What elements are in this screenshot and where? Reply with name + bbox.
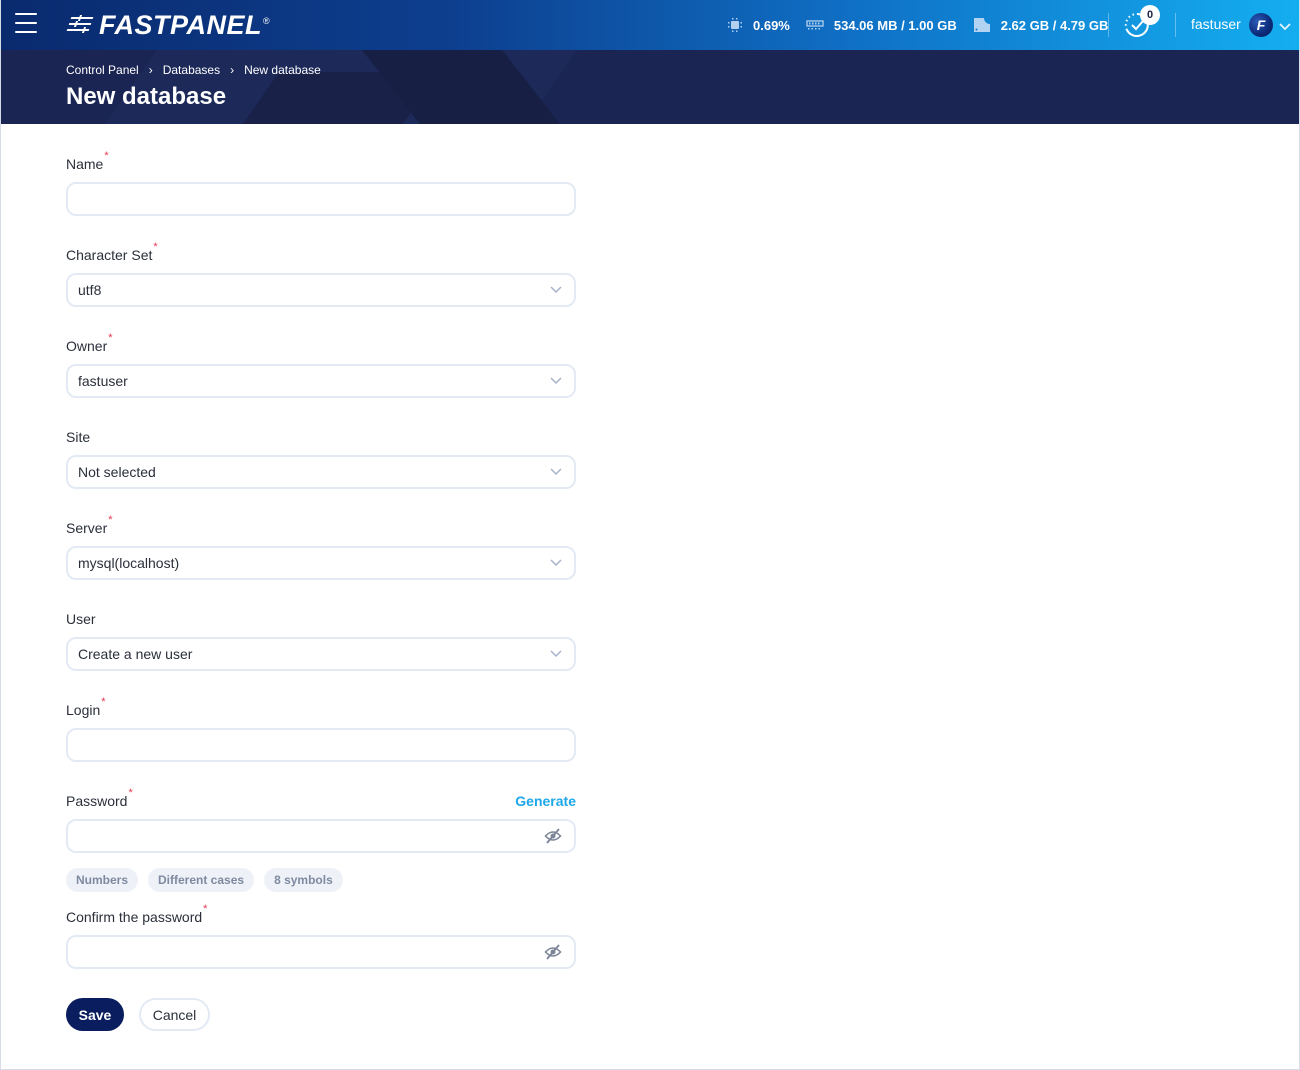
avatar[interactable]: F (1249, 13, 1273, 37)
divider (1108, 13, 1109, 37)
disk-stat: 2.62 GB / 4.79 GB (973, 17, 1109, 33)
charset-label: Character Set (66, 247, 153, 263)
top-bar: FASTPANEL ® 0.69% 534.06 MB / 1.00 GB 2.… (1, 0, 1299, 50)
charset-value: utf8 (78, 282, 102, 298)
name-label: Name (66, 156, 104, 172)
breadcrumb: Control Panel › Databases › New database (66, 63, 321, 77)
password-input[interactable] (78, 828, 564, 844)
confirm-password-field: Confirm the password * (66, 903, 576, 969)
confirm-password-input-wrapper[interactable] (66, 935, 576, 969)
username[interactable]: fastuser (1191, 16, 1241, 32)
owner-field: Owner * fastuser (66, 332, 576, 398)
registered-mark: ® (263, 16, 270, 26)
name-input-wrapper[interactable] (66, 182, 576, 216)
required-marker: * (108, 332, 113, 344)
disk-value: 2.62 GB / 4.79 GB (1000, 17, 1109, 33)
login-input-wrapper[interactable] (66, 728, 576, 762)
cpu-icon (727, 17, 743, 33)
user-value: Create a new user (78, 646, 193, 662)
breadcrumb-databases[interactable]: Databases (163, 63, 220, 77)
owner-label: Owner (66, 338, 108, 354)
confirm-password-label: Confirm the password (66, 909, 203, 925)
cpu-stat: 0.69% (727, 17, 790, 33)
name-field: Name * (66, 150, 576, 216)
owner-select[interactable]: fastuser (66, 364, 576, 398)
site-field: Site Not selected (66, 429, 576, 489)
chevron-down-icon[interactable] (1279, 18, 1291, 36)
chevron-down-icon (550, 286, 562, 294)
required-marker: * (104, 150, 109, 162)
site-value: Not selected (78, 464, 156, 480)
chevron-right-icon: › (148, 63, 153, 77)
generate-password-link[interactable]: Generate (515, 793, 576, 809)
owner-value: fastuser (78, 373, 128, 389)
confirm-password-input[interactable] (78, 944, 564, 960)
requirement-chip: Numbers (66, 868, 139, 892)
password-requirements: Numbers Different cases 8 symbols (66, 868, 353, 892)
user-field: User Create a new user (66, 611, 576, 671)
logo-text: FASTPANEL (99, 9, 263, 40)
required-marker: * (108, 514, 113, 526)
server-value: mysql(localhost) (78, 555, 180, 571)
chevron-down-icon (550, 650, 562, 658)
breadcrumb-current: New database (244, 63, 321, 77)
required-marker: * (101, 696, 106, 708)
user-label: User (66, 611, 96, 627)
requirement-chip: Different cases (148, 868, 255, 892)
server-stats: 0.69% 534.06 MB / 1.00 GB 2.62 GB / 4.79… (727, 0, 1124, 50)
memory-stat: 534.06 MB / 1.00 GB (806, 18, 957, 33)
login-label: Login (66, 702, 101, 718)
password-label: Password (66, 793, 128, 809)
required-marker: * (153, 241, 158, 253)
divider (1175, 13, 1176, 37)
site-select[interactable]: Not selected (66, 455, 576, 489)
save-button[interactable]: Save (66, 998, 124, 1031)
requirement-chip: 8 symbols (264, 868, 343, 892)
page-title: New database (66, 83, 227, 110)
chevron-down-icon (550, 377, 562, 385)
chevron-down-icon (550, 559, 562, 567)
login-input[interactable] (78, 737, 564, 753)
password-field: Password * Generate (66, 787, 576, 853)
disk-icon (973, 17, 991, 33)
logo-mark-icon (66, 15, 95, 35)
password-input-wrapper[interactable] (66, 819, 576, 853)
cancel-button[interactable]: Cancel (139, 998, 210, 1031)
cpu-value: 0.69% (753, 17, 790, 33)
page-header: Control Panel › Databases › New database… (1, 50, 1299, 124)
site-label: Site (66, 429, 91, 445)
login-field: Login * (66, 696, 576, 762)
breadcrumb-control-panel[interactable]: Control Panel (66, 63, 139, 77)
server-select[interactable]: mysql(localhost) (66, 546, 576, 580)
server-label: Server (66, 520, 108, 536)
required-marker: * (203, 903, 208, 915)
memory-icon (806, 19, 824, 31)
menu-icon[interactable] (15, 13, 37, 35)
logo[interactable]: FASTPANEL ® (66, 9, 270, 40)
memory-value: 534.06 MB / 1.00 GB (833, 17, 957, 33)
name-input[interactable] (78, 191, 564, 207)
charset-select[interactable]: utf8 (66, 273, 576, 307)
notification-badge: 0 (1140, 5, 1160, 25)
required-marker: * (128, 787, 133, 799)
chevron-right-icon: › (230, 63, 235, 77)
eye-off-icon[interactable] (544, 944, 562, 960)
app-frame: FASTPANEL ® 0.69% 534.06 MB / 1.00 GB 2.… (0, 0, 1300, 1070)
charset-field: Character Set * utf8 (66, 241, 576, 307)
server-field: Server * mysql(localhost) (66, 514, 576, 580)
chevron-down-icon (550, 468, 562, 476)
user-select[interactable]: Create a new user (66, 637, 576, 671)
eye-off-icon[interactable] (544, 828, 562, 844)
